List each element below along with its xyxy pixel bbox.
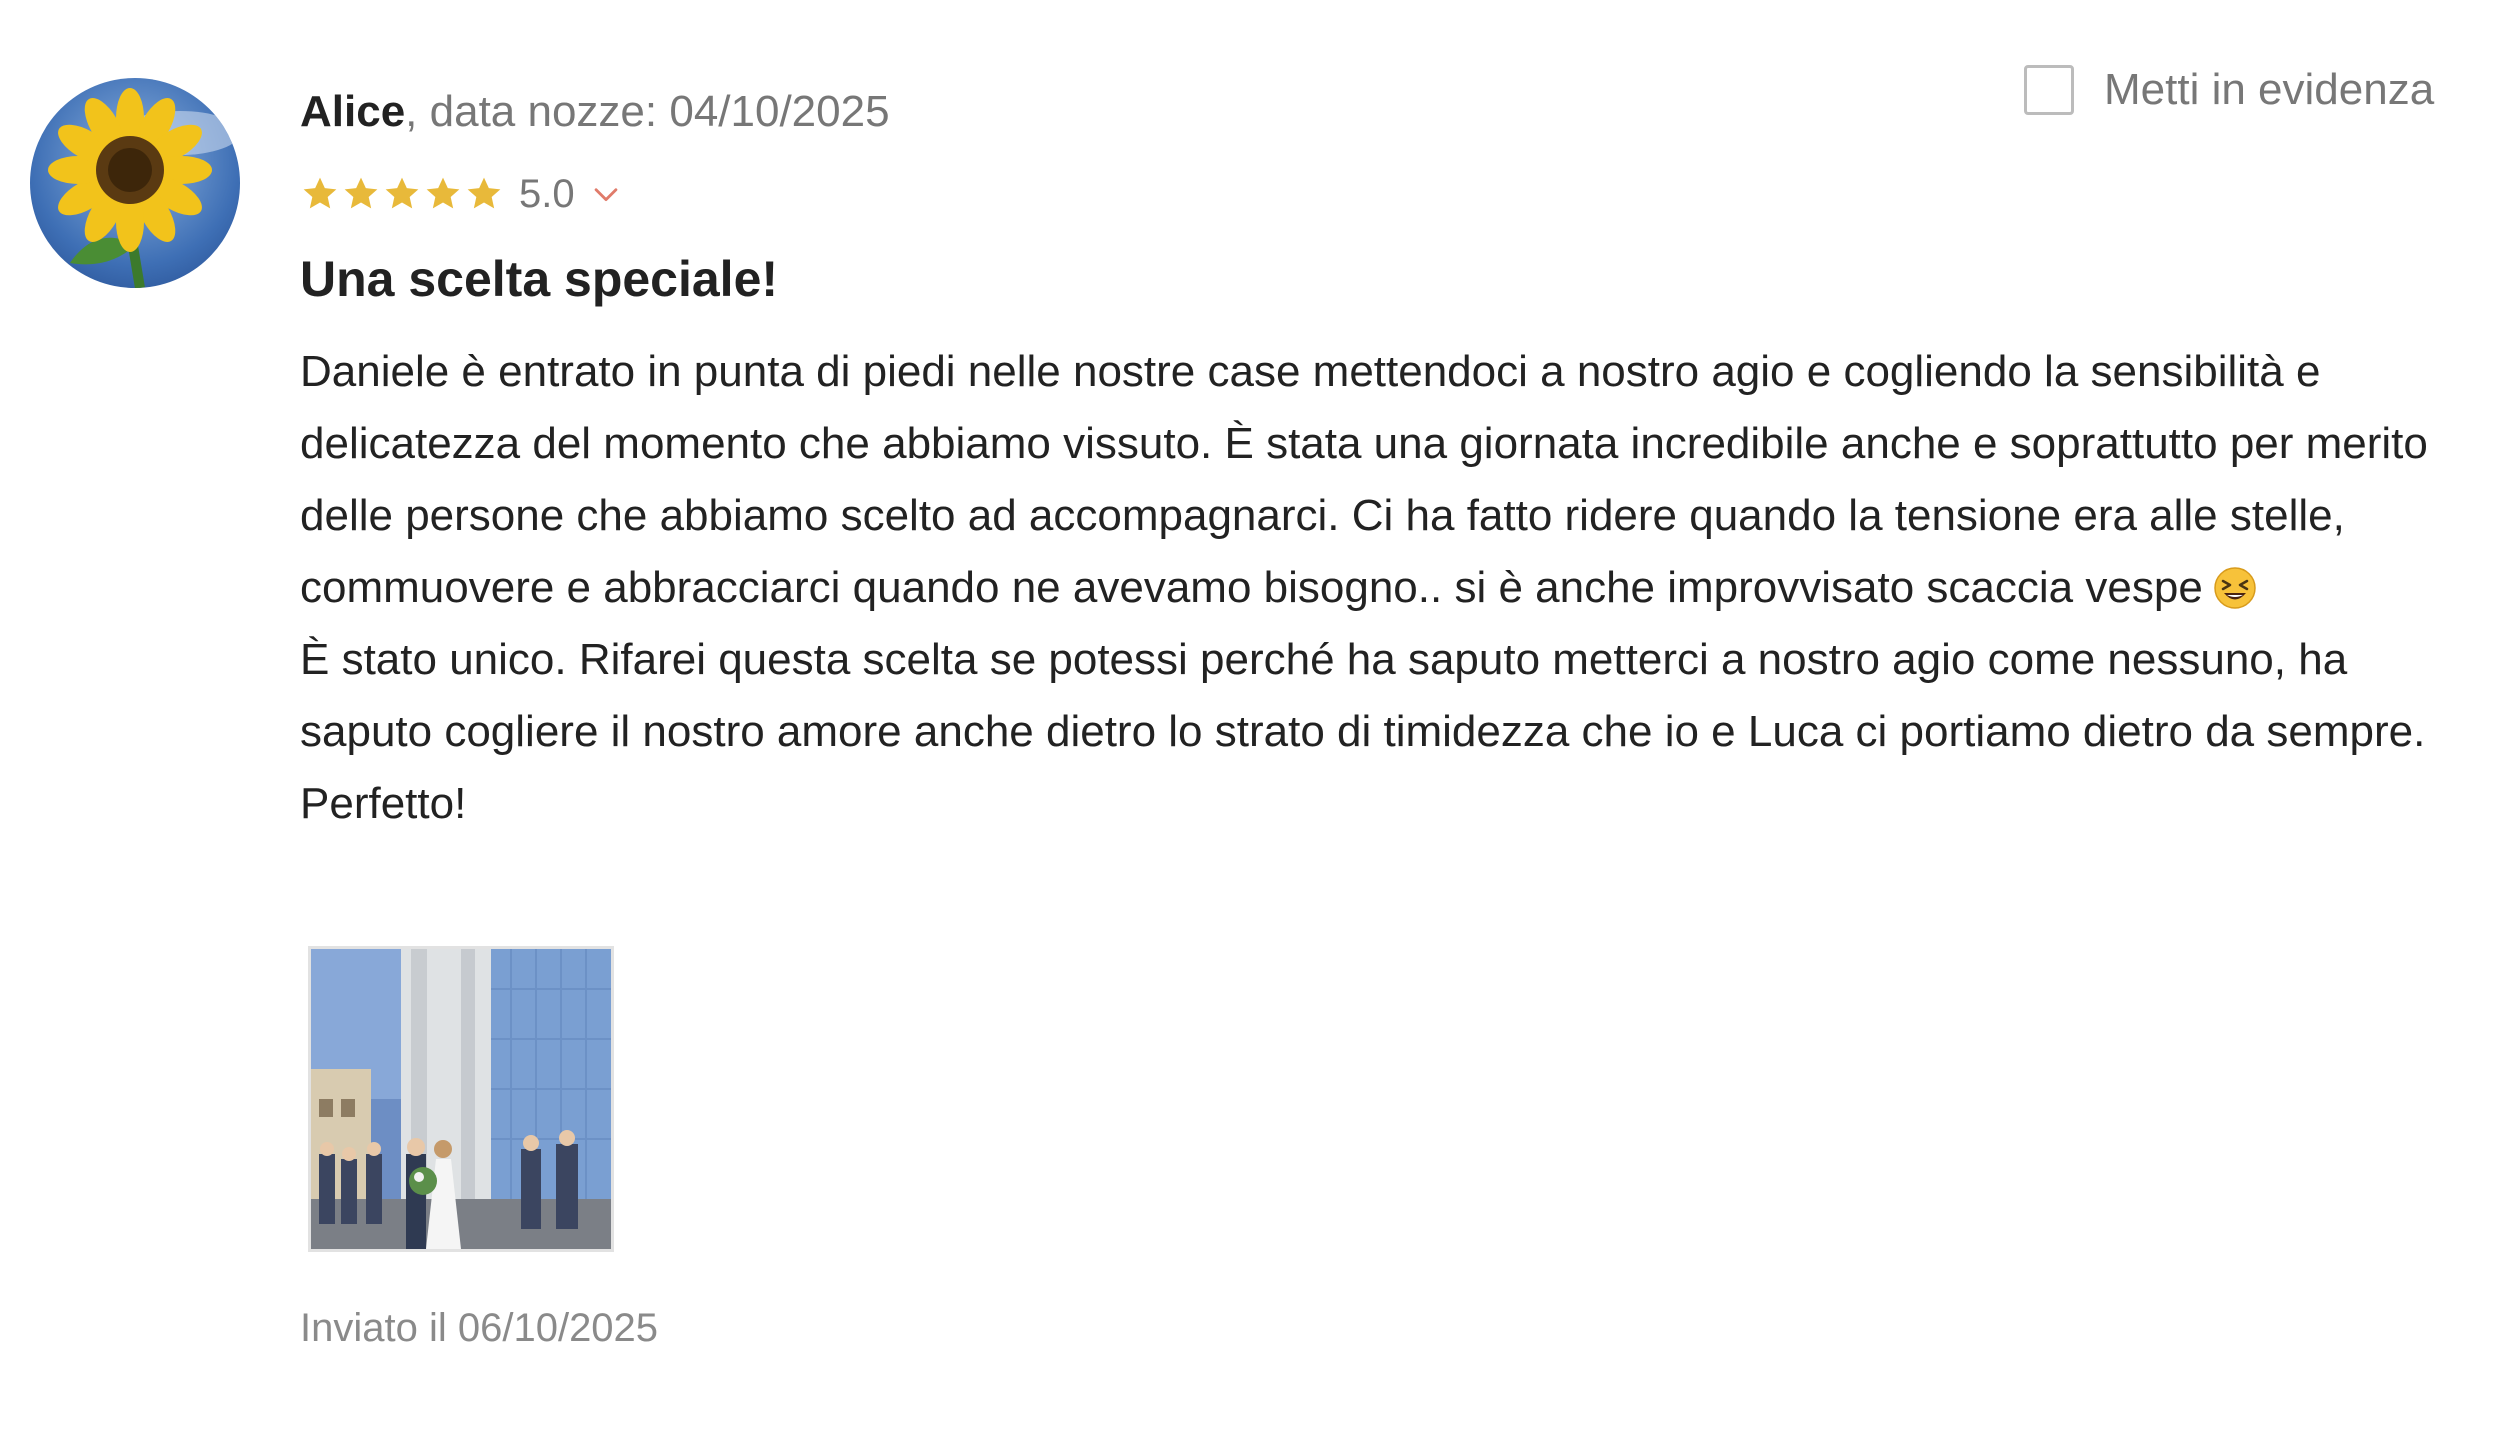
star-icon <box>423 174 463 214</box>
star-icon <box>341 174 381 214</box>
review-body: Daniele è entrato in punta di piedi nell… <box>300 336 2450 840</box>
sunflower-avatar-icon <box>30 78 240 288</box>
star-rating <box>300 174 505 214</box>
laughing-emoji-icon <box>2213 566 2257 610</box>
star-icon <box>464 174 504 214</box>
wedding-date: , data nozze: 04/10/2025 <box>405 87 890 136</box>
review-paragraph-text: È stato unico. Rifarei questa scelta se … <box>300 635 2426 828</box>
review-paragraph: È stato unico. Rifarei questa scelta se … <box>300 624 2450 840</box>
sent-date: Inviato il 06/10/2025 <box>300 1306 659 1350</box>
author-name: Alice <box>300 87 406 136</box>
star-icon <box>382 174 422 214</box>
author-line: Alice, data nozze: 04/10/2025 <box>300 84 890 140</box>
rating-value: 5.0 <box>519 171 575 216</box>
user-avatar <box>30 78 240 288</box>
rating: 5.0 <box>300 168 623 220</box>
highlight-checkbox[interactable] <box>2024 65 2074 115</box>
review-card: Alice, data nozze: 04/10/2025 Metti in e… <box>0 0 2500 1433</box>
review-title: Una scelta speciale! <box>300 251 779 307</box>
review-photo-thumbnail[interactable] <box>308 946 614 1252</box>
review-paragraph-text: Daniele è entrato in punta di piedi nell… <box>300 347 2428 612</box>
highlight-toggle[interactable]: Metti in evidenza <box>2024 60 2434 120</box>
review-paragraph: Daniele è entrato in punta di piedi nell… <box>300 336 2450 624</box>
star-icon <box>300 174 340 214</box>
highlight-label[interactable]: Metti in evidenza <box>2104 65 2434 115</box>
chevron-down-icon[interactable] <box>589 177 623 211</box>
wedding-photo-icon <box>311 949 611 1249</box>
